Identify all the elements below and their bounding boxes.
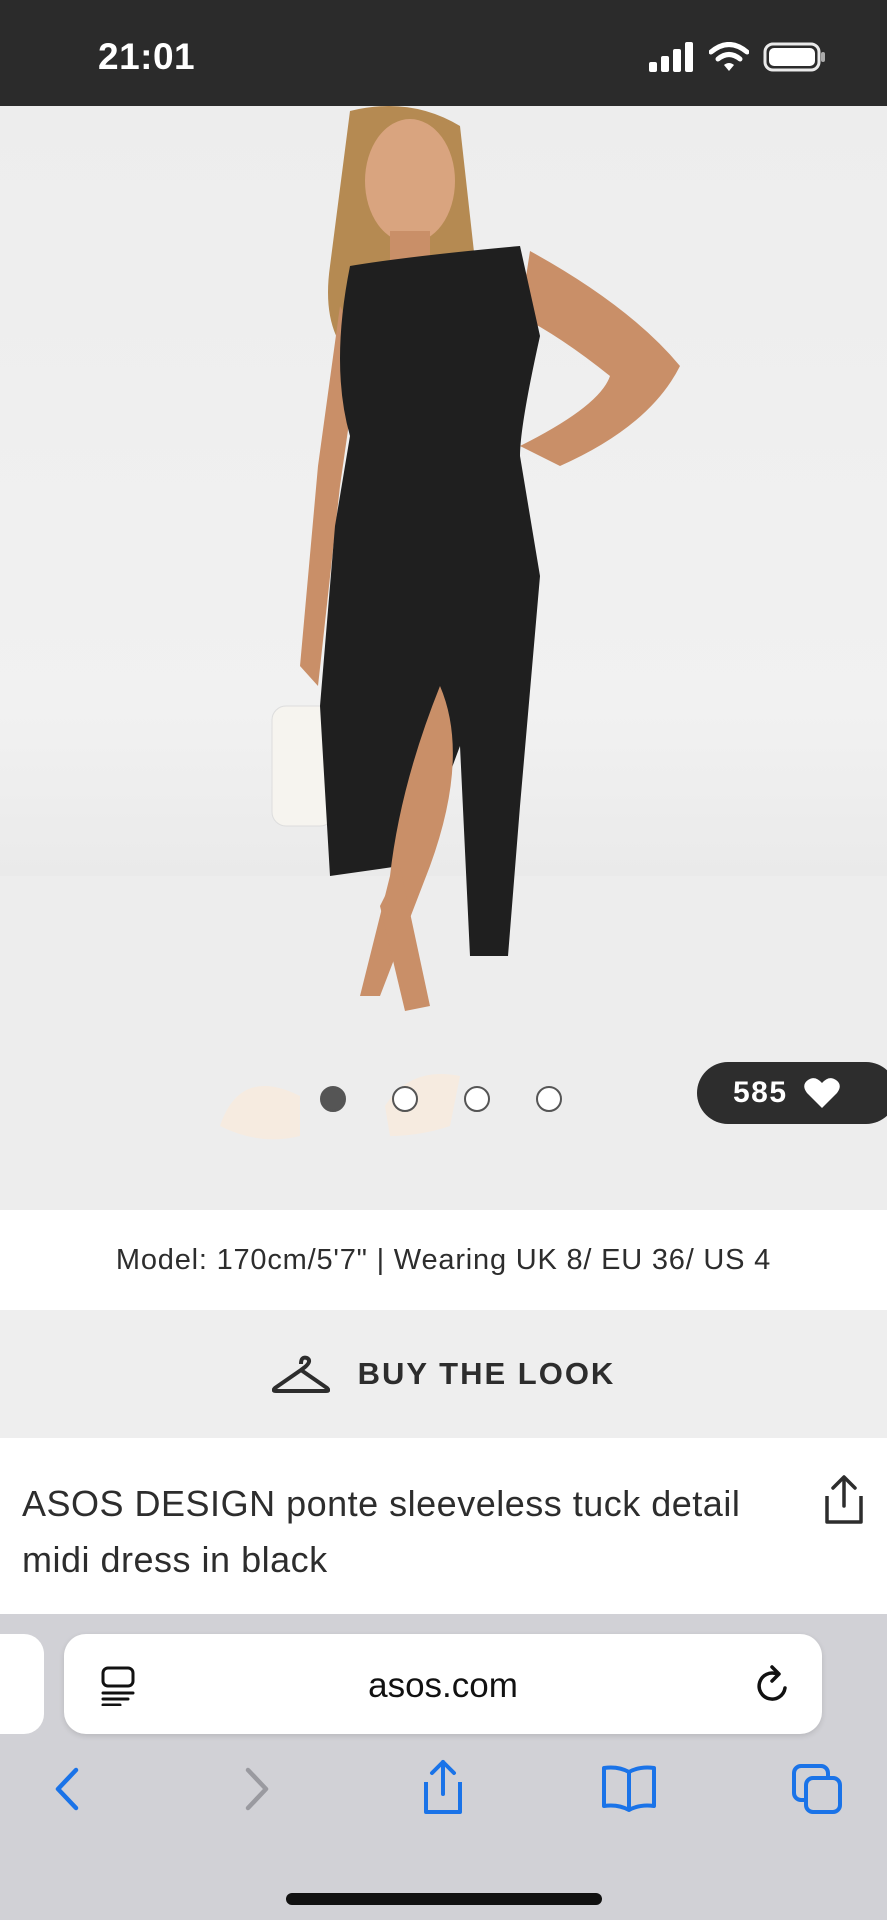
- pagination-dot[interactable]: [464, 1086, 490, 1112]
- bookmarks-icon[interactable]: [600, 1764, 658, 1812]
- product-image[interactable]: 585: [0, 106, 887, 1210]
- heart-icon: [803, 1078, 840, 1108]
- model-size-info: Model: 170cm/5'7" | Wearing UK 8/ EU 36/…: [0, 1210, 887, 1310]
- status-bar: 21:01: [0, 0, 887, 106]
- wifi-icon: [709, 42, 749, 71]
- back-icon[interactable]: [50, 1764, 84, 1814]
- url-text: asos.com: [368, 1666, 518, 1705]
- status-icons: [649, 42, 827, 72]
- image-pagination: [320, 1086, 562, 1112]
- model-photo: [0, 106, 887, 1210]
- address-bar[interactable]: asos.com: [64, 1634, 822, 1734]
- forward-icon[interactable]: [240, 1764, 274, 1814]
- pagination-dot[interactable]: [320, 1086, 346, 1112]
- tabs-icon[interactable]: [790, 1762, 844, 1816]
- signal-icon: [649, 42, 693, 72]
- status-time: 21:01: [98, 36, 196, 77]
- share-icon[interactable]: [418, 1758, 468, 1816]
- browser-toolbar: [0, 1760, 887, 1844]
- product-title: ASOS DESIGN ponte sleeveless tuck detail…: [22, 1483, 741, 1580]
- save-for-later-button[interactable]: 585: [697, 1062, 887, 1124]
- reload-icon[interactable]: [754, 1664, 792, 1706]
- home-indicator[interactable]: [286, 1893, 602, 1905]
- hanger-icon: [271, 1355, 330, 1393]
- share-icon[interactable]: [821, 1474, 867, 1526]
- pagination-dot[interactable]: [536, 1086, 562, 1112]
- battery-icon: [763, 42, 825, 72]
- pagination-dot[interactable]: [392, 1086, 418, 1112]
- browser-chrome: asos.com: [0, 1614, 887, 1920]
- previous-tab-preview[interactable]: [0, 1634, 44, 1734]
- likes-count: 585: [733, 1076, 788, 1109]
- product-title-section: ASOS DESIGN ponte sleeveless tuck detail…: [0, 1438, 887, 1614]
- buy-the-look-button[interactable]: BUY THE LOOK: [0, 1310, 887, 1438]
- buy-the-look-label: BUY THE LOOK: [357, 1356, 616, 1391]
